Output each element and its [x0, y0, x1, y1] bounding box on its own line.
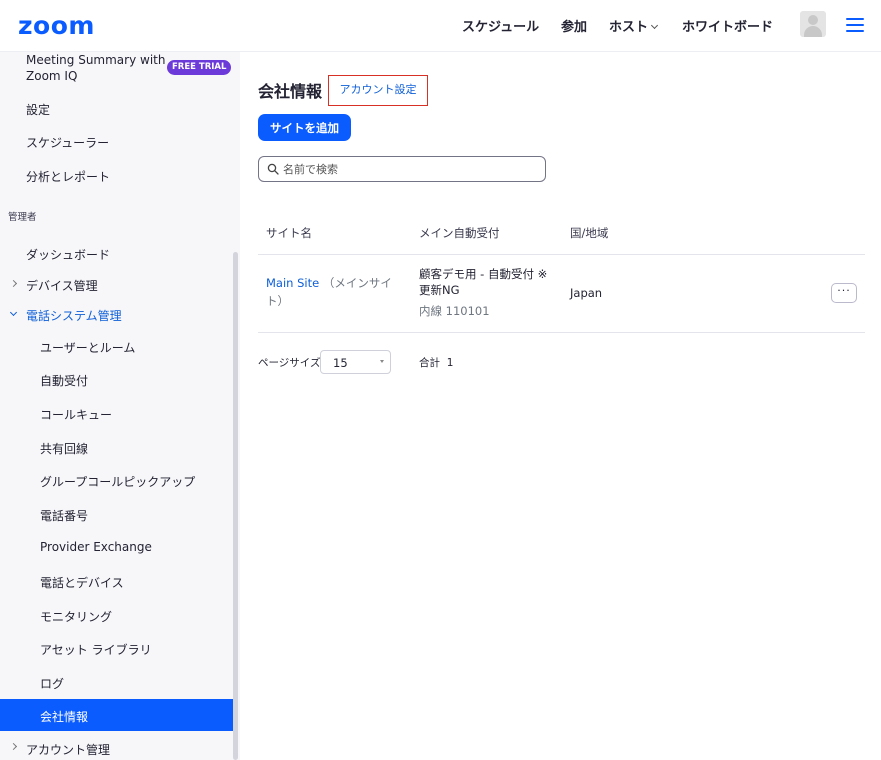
sidebar-item-analytics[interactable]: 分析とレポート — [26, 168, 110, 185]
add-site-button[interactable]: サイトを追加 — [258, 114, 351, 141]
sidebar-item-provider-exchange[interactable]: Provider Exchange — [40, 540, 152, 554]
sidebar-item-shared-lines[interactable]: 共有回線 — [40, 440, 88, 457]
chevron-right-icon[interactable] — [9, 742, 18, 751]
search-icon — [267, 163, 279, 175]
account-settings-link[interactable]: アカウント設定 — [328, 75, 428, 106]
avatar-body — [804, 26, 822, 37]
auto-receptionist-extension: 内線 110101 — [419, 304, 490, 318]
sidebar-item-phone-mgmt[interactable]: 電話システム管理 — [26, 307, 122, 324]
page-size-label: ページサイズ — [258, 357, 321, 369]
sidebar-item-users-rooms[interactable]: ユーザーとルーム — [40, 339, 135, 356]
sidebar-item-group-pickup[interactable]: グループコールピックアップ — [40, 473, 195, 490]
sidebar: Meeting Summary with Zoom IQ FREE TRIAL … — [0, 52, 240, 760]
sidebar-item-monitoring[interactable]: モニタリング — [40, 608, 112, 625]
sidebar-item-meeting-summary[interactable]: Meeting Summary with Zoom IQ FREE TRIAL — [0, 52, 235, 92]
main-content: 会社情報 アカウント設定 サイトを追加 サイト名 メイン自動受付 国/地域 Ma… — [240, 52, 881, 760]
nav-join[interactable]: 参加 — [561, 16, 587, 35]
sidebar-item-phones-devices[interactable]: 電話とデバイス — [40, 574, 124, 591]
sidebar-section-admin: 管理者 — [8, 212, 37, 223]
page-size-value: 15 — [333, 356, 348, 370]
nav-host-label: ホスト — [609, 20, 649, 35]
sidebar-item-account-mgmt[interactable]: アカウント管理 — [26, 741, 110, 758]
sidebar-item-asset-library[interactable]: アセット ライブラリ — [40, 641, 152, 658]
sidebar-scrollbar[interactable] — [233, 252, 238, 760]
total-value: 1 — [446, 357, 454, 369]
sidebar-item-device-mgmt[interactable]: デバイス管理 — [26, 277, 98, 294]
country-cell: Japan — [570, 286, 603, 300]
nav-schedule[interactable]: スケジュール — [462, 16, 539, 35]
chevron-right-icon[interactable] — [9, 279, 18, 288]
avatar-head — [808, 15, 818, 25]
chevron-down-icon — [650, 21, 659, 30]
top-header: zoom スケジュール 参加 ホスト ホワイトボード — [0, 0, 881, 52]
sidebar-item-label: 会社情報 — [40, 710, 89, 724]
auto-receptionist-name: 顧客デモ用 - 自動受付 ※更新NG — [419, 267, 548, 297]
column-header-site-name: サイト名 — [266, 226, 312, 240]
sidebar-item-auto-receptionist[interactable]: 自動受付 — [40, 372, 88, 389]
sidebar-item-company-info[interactable]: 会社情報 — [0, 699, 235, 731]
top-nav: スケジュール 参加 ホスト ホワイトボード — [0, 16, 881, 36]
hamburger-menu-icon[interactable] — [846, 18, 864, 32]
site-name-cell: Main Site （メインサイト） — [266, 274, 401, 310]
chevron-down-icon[interactable] — [9, 308, 18, 317]
nav-host[interactable]: ホスト — [609, 16, 659, 35]
sidebar-item-phone-numbers[interactable]: 電話番号 — [40, 507, 88, 524]
total-label: 合計 — [419, 357, 440, 369]
sidebar-item-scheduler[interactable]: スケジューラー — [26, 134, 109, 151]
nav-whiteboard[interactable]: ホワイトボード — [682, 16, 773, 35]
more-options-button[interactable]: ··· — [831, 283, 857, 303]
site-name-link[interactable]: Main Site — [266, 276, 319, 290]
table-divider — [258, 254, 865, 255]
table-divider — [258, 332, 865, 333]
sidebar-item-logs[interactable]: ログ — [40, 675, 64, 692]
column-header-country: 国/地域 — [570, 226, 609, 240]
sidebar-item-dashboard[interactable]: ダッシュボード — [26, 246, 110, 263]
page-title: 会社情報 — [258, 82, 323, 101]
search-box[interactable] — [258, 156, 546, 182]
search-input[interactable] — [283, 160, 538, 178]
sidebar-item-label: Meeting Summary with Zoom IQ — [26, 53, 166, 83]
sidebar-item-settings[interactable]: 設定 — [26, 101, 50, 118]
free-trial-badge: FREE TRIAL — [167, 60, 232, 75]
user-avatar-icon[interactable] — [800, 11, 826, 37]
column-header-main-auto-receptionist: メイン自動受付 — [419, 226, 500, 240]
dropdown-arrow-icon — [380, 360, 384, 363]
total-count: 合計 1 — [419, 355, 453, 370]
sidebar-item-call-queue[interactable]: コールキュー — [40, 406, 112, 423]
page-size-select[interactable]: 15 — [320, 350, 391, 374]
